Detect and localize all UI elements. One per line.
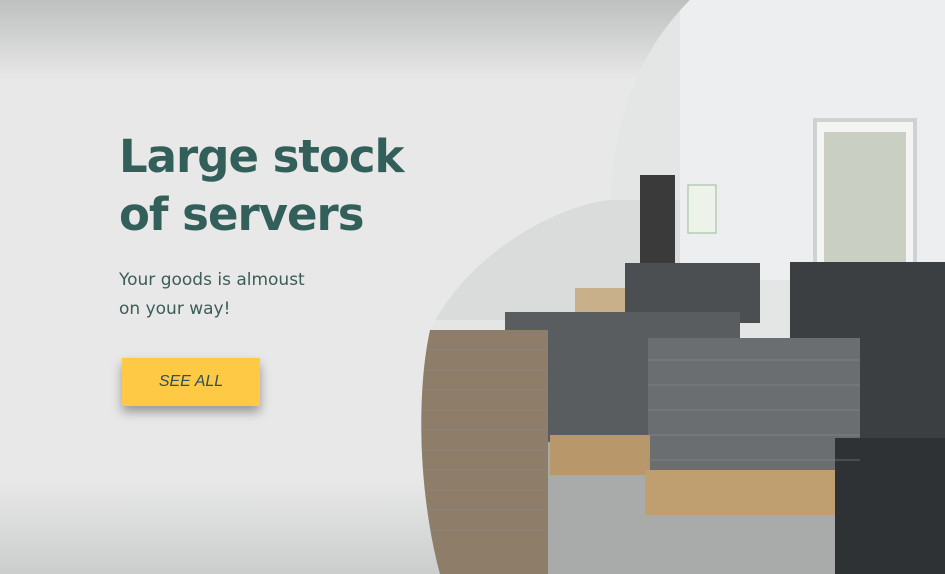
warehouse-photo (421, 0, 945, 574)
